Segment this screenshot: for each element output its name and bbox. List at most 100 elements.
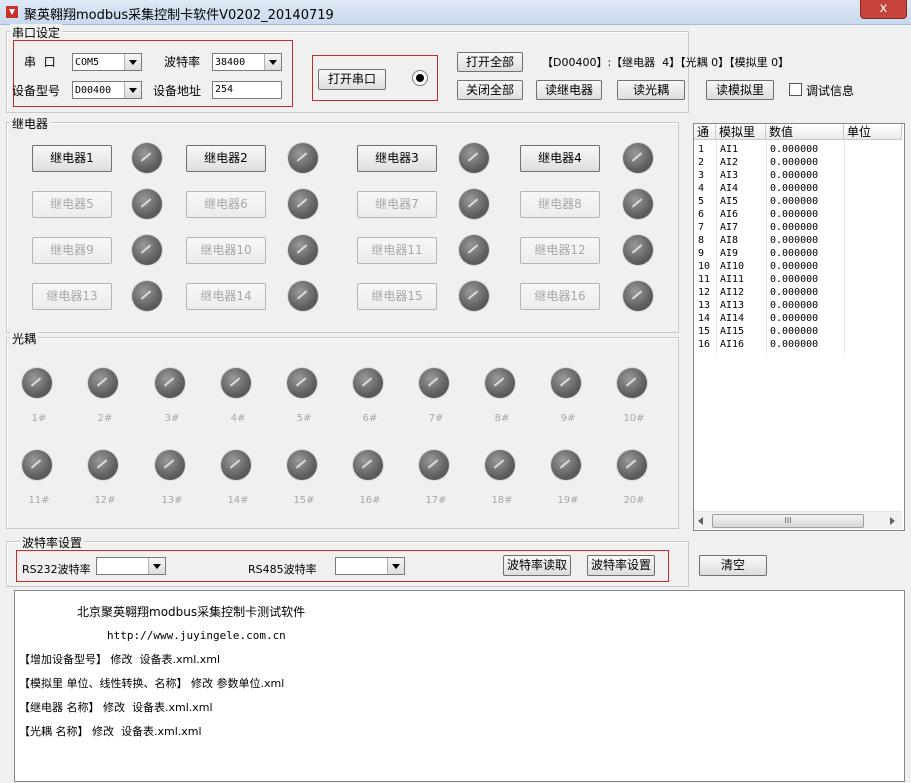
- read-analog-button[interactable]: 读模拟里: [706, 80, 774, 100]
- relay-button-16[interactable]: 继电器16: [520, 283, 600, 310]
- table-header-channel[interactable]: 通: [694, 124, 716, 140]
- opto-group-label: 光耦: [10, 330, 39, 347]
- table-cell: AI14: [720, 313, 745, 324]
- opto-indicator-icon: [287, 450, 317, 480]
- chevron-down-icon[interactable]: [124, 54, 141, 70]
- model-select[interactable]: D00400: [72, 81, 142, 99]
- relay-button-15[interactable]: 继电器15: [357, 283, 437, 310]
- log-textarea[interactable]: 北京聚英翱翔modbus采集控制卡测试软件 http://www.juyinge…: [14, 590, 905, 782]
- baud-set-button[interactable]: 波特率设置: [587, 555, 655, 576]
- table-cell: 11: [698, 274, 711, 285]
- table-cell: AI15: [720, 326, 745, 337]
- chevron-down-icon[interactable]: [264, 54, 281, 70]
- relay-button-10[interactable]: 继电器10: [186, 237, 266, 264]
- address-input[interactable]: 254: [212, 81, 282, 99]
- model-label: 设备型号: [12, 84, 61, 98]
- port-select[interactable]: COM5: [72, 53, 142, 71]
- opto-label: 4#: [230, 413, 246, 424]
- port-status-indicator: [412, 70, 428, 86]
- opto-label: 8#: [494, 413, 510, 424]
- relay-button-4[interactable]: 继电器4: [520, 145, 600, 172]
- close-all-button[interactable]: 关闭全部: [457, 80, 523, 100]
- log-line: 【增加设备型号】 修改 设备表.xml.xml: [19, 653, 221, 666]
- table-header-name[interactable]: 模拟里: [716, 124, 766, 140]
- table-cell: 0.000000: [770, 222, 819, 233]
- opto-indicator-icon: [353, 368, 383, 398]
- log-line: 【模拟里 单位、线性转换、名称】 修改 参数单位.xml: [19, 677, 285, 690]
- open-port-button[interactable]: 打开串口: [318, 69, 386, 90]
- relay-indicator-icon: [288, 189, 318, 219]
- debug-checkbox[interactable]: [789, 83, 802, 96]
- relay-button-9[interactable]: 继电器9: [32, 237, 112, 264]
- table-cell: AI2: [720, 157, 739, 168]
- scroll-thumb[interactable]: III: [712, 514, 864, 528]
- relay-indicator-icon: [288, 281, 318, 311]
- table-cell: 14: [698, 313, 711, 324]
- rs232-baud-select[interactable]: [96, 557, 166, 575]
- table-header-value[interactable]: 数值: [766, 124, 844, 140]
- open-all-button[interactable]: 打开全部: [457, 52, 523, 72]
- rs485-baud-select[interactable]: [335, 557, 405, 575]
- chevron-down-icon[interactable]: [387, 558, 404, 574]
- title-bar: 聚英翱翔modbus采集控制卡软件V0202_20140719 x: [0, 0, 911, 25]
- table-cell: 0.000000: [770, 274, 819, 285]
- relay-button-5[interactable]: 继电器5: [32, 191, 112, 218]
- table-horizontal-scrollbar[interactable]: III: [694, 511, 902, 529]
- baud-read-button[interactable]: 波特率读取: [503, 555, 571, 576]
- table-cell: 0.000000: [770, 300, 819, 311]
- relay-button-8[interactable]: 继电器8: [520, 191, 600, 218]
- opto-indicator-icon: [155, 368, 185, 398]
- read-opto-button[interactable]: 读光耦: [617, 80, 685, 100]
- table-header-unit[interactable]: 单位: [844, 124, 902, 140]
- opto-indicator-icon: [88, 368, 118, 398]
- table-column-divider: [844, 140, 845, 354]
- table-cell: 0.000000: [770, 326, 819, 337]
- opto-label: 6#: [362, 413, 378, 424]
- read-relay-button[interactable]: 读继电器: [536, 80, 602, 100]
- table-cell: 5: [698, 196, 705, 207]
- table-cell: AI11: [720, 274, 745, 285]
- relay-button-14[interactable]: 继电器14: [186, 283, 266, 310]
- table-cell: 3: [698, 170, 705, 181]
- scroll-right-icon[interactable]: [890, 517, 895, 525]
- opto-indicator-icon: [287, 368, 317, 398]
- table-cell: AI1: [720, 144, 739, 155]
- table-cell: AI5: [720, 196, 739, 207]
- table-cell: 6: [698, 209, 705, 220]
- table-cell: 0.000000: [770, 144, 819, 155]
- relay-button-3[interactable]: 继电器3: [357, 145, 437, 172]
- table-cell: AI8: [720, 235, 739, 246]
- scroll-left-icon[interactable]: [698, 517, 703, 525]
- table-cell: 0.000000: [770, 235, 819, 246]
- close-button[interactable]: x: [860, 0, 907, 19]
- table-cell: 7: [698, 222, 705, 233]
- debug-label: 调试信息: [806, 84, 855, 98]
- table-cell: 9: [698, 248, 705, 259]
- table-cell: 10: [698, 261, 711, 272]
- relay-button-1[interactable]: 继电器1: [32, 145, 112, 172]
- table-cell: 0.000000: [770, 209, 819, 220]
- opto-label: 12#: [94, 495, 116, 506]
- baud-select[interactable]: 38400: [212, 53, 282, 71]
- baud-label: 波特率: [164, 55, 201, 69]
- opto-label: 5#: [296, 413, 312, 424]
- chevron-down-icon[interactable]: [124, 82, 141, 98]
- relay-indicator-icon: [623, 281, 653, 311]
- relay-button-6[interactable]: 继电器6: [186, 191, 266, 218]
- table-cell: AI16: [720, 339, 745, 350]
- relay-button-11[interactable]: 继电器11: [357, 237, 437, 264]
- clear-button[interactable]: 清空: [699, 555, 767, 576]
- opto-label: 7#: [428, 413, 444, 424]
- relay-indicator-icon: [132, 281, 162, 311]
- log-line: 【继电器 名称】 修改 设备表.xml.xml: [19, 701, 213, 714]
- chevron-down-icon[interactable]: [148, 558, 165, 574]
- analog-table[interactable]: 通 模拟里 数值 单位 1 AI1 0.000000 2 AI2 0.000000 3 AI3…: [693, 123, 905, 531]
- relay-button-12[interactable]: 继电器12: [520, 237, 600, 264]
- relay-button-13[interactable]: 继电器13: [32, 283, 112, 310]
- relay-group-label: 继电器: [10, 115, 51, 132]
- table-cell: 0.000000: [770, 157, 819, 168]
- relay-button-2[interactable]: 继电器2: [186, 145, 266, 172]
- baud-group-label: 波特率设置: [20, 534, 85, 551]
- opto-indicator-icon: [551, 368, 581, 398]
- relay-button-7[interactable]: 继电器7: [357, 191, 437, 218]
